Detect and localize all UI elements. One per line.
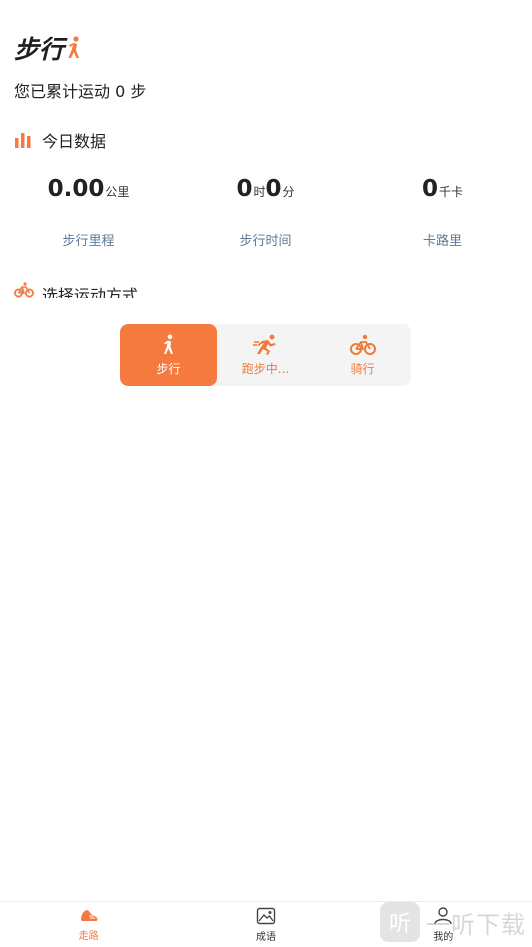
bike-heading-icon <box>14 280 34 298</box>
mode-bike-button[interactable]: 骑行 <box>314 324 411 386</box>
today-heading-label: 今日数据 <box>42 132 107 151</box>
mode-run-label: 跑步中... <box>241 361 290 376</box>
mode-run-button[interactable]: 跑步中... <box>217 324 314 386</box>
today-section-heading: 今日数据 <box>14 128 106 152</box>
time-label: 步行时间 <box>239 234 292 249</box>
tab-walk-label: 走路 <box>78 930 99 942</box>
stat-distance: 0.00 公里 步行里程 <box>0 176 177 249</box>
tab-walk[interactable]: 走路 <box>0 902 177 947</box>
page-title: 步行 <box>14 30 82 66</box>
calories-label: 卡路里 <box>422 234 462 249</box>
time-hours-unit: 时 <box>253 185 266 199</box>
image-icon <box>256 907 276 924</box>
calories-unit: 千卡 <box>439 185 464 199</box>
mode-selector: 步行 跑步中... 骑行 <box>120 324 411 386</box>
mode-bike-label: 骑行 <box>350 361 375 376</box>
distance-unit: 公里 <box>105 185 130 199</box>
walking-person-icon <box>68 36 80 58</box>
walk-icon <box>163 334 173 354</box>
tab-idioms-label: 成语 <box>255 931 276 943</box>
stat-time: 0 时 0 分 步行时间 <box>177 176 354 249</box>
bar-chart-icon <box>14 130 34 150</box>
mode-heading-label: 选择运动方式 <box>42 286 139 298</box>
page-title-text: 步行 <box>14 35 65 64</box>
time-minutes-unit: 分 <box>282 185 295 199</box>
time-minutes-value: 0 <box>265 176 282 202</box>
run-icon <box>252 334 275 355</box>
watermark-text: 一听下载 <box>426 910 526 939</box>
calories-value: 0 <box>421 176 438 202</box>
distance-label: 步行里程 <box>62 234 115 249</box>
total-steps-text: 您已累计运动 0 步 <box>14 82 147 101</box>
shoe-icon <box>80 909 98 921</box>
mode-walk-label: 步行 <box>156 361 181 376</box>
tab-idioms[interactable]: 成语 <box>177 902 354 947</box>
mode-section-heading: 选择运动方式 <box>14 280 138 298</box>
mode-walk-button[interactable]: 步行 <box>120 324 217 386</box>
watermark: 听 一听下载 <box>380 902 526 942</box>
watermark-logo: 听 <box>380 902 420 942</box>
time-hours-value: 0 <box>236 176 253 202</box>
bike-icon <box>349 334 376 355</box>
stat-calories: 0 千卡 卡路里 <box>354 176 531 249</box>
distance-value: 0.00 <box>47 176 105 202</box>
